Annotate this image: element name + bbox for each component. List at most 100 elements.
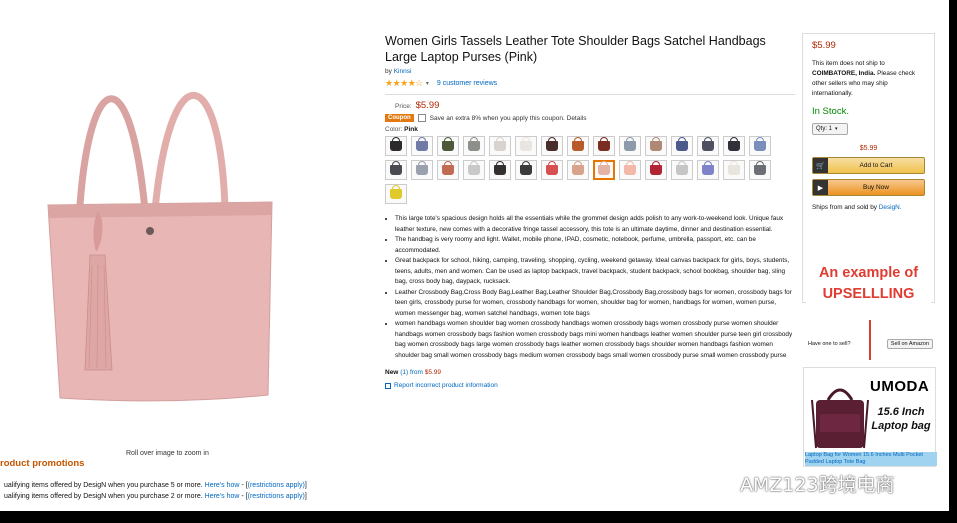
color-swatch[interactable] (437, 160, 459, 180)
color-swatch[interactable] (411, 160, 433, 180)
color-swatch[interactable] (645, 136, 667, 156)
play-icon: ▶ (813, 180, 828, 195)
feature-bullet: This large tote's spacious design holds … (395, 214, 795, 235)
buy-now-button[interactable]: ▶ Buy Now (812, 179, 925, 196)
price-value: $5.99 (415, 100, 440, 111)
product-page: Roll over image to zoom in Women Girls T… (0, 0, 949, 511)
chevron-down-icon[interactable]: ▾ (426, 80, 429, 87)
bag-swatch-icon (442, 137, 454, 151)
customer-reviews-link[interactable]: 9 customer reviews (437, 80, 497, 87)
coupon-text[interactable]: Save an extra 8% when you apply this cou… (430, 115, 587, 122)
color-swatch[interactable] (515, 136, 537, 156)
color-swatch[interactable] (619, 160, 641, 180)
bag-swatch-icon (390, 137, 402, 151)
color-swatch[interactable] (385, 184, 407, 204)
color-swatch[interactable] (463, 160, 485, 180)
add-to-cart-button[interactable]: 🛒 Add to Cart (812, 157, 925, 174)
report-row[interactable]: Report incorrect product information (385, 382, 795, 389)
bag-swatch-icon (494, 161, 506, 175)
promo-1-text: ualifying items offered by DesigN when y… (4, 482, 203, 489)
color-swatch[interactable] (385, 136, 407, 156)
sell-question: Have one to sell? (808, 341, 851, 347)
coupon-row: Coupon Save an extra 8% when you apply t… (385, 114, 795, 122)
color-swatch[interactable] (749, 136, 771, 156)
bag-swatch-icon (624, 161, 636, 175)
buy-now-label: Buy Now (862, 184, 889, 191)
shipping-notice: This item does not ship to COIMBATORE, I… (812, 59, 925, 99)
color-swatch[interactable] (489, 136, 511, 156)
bag-swatch-icon (390, 185, 402, 199)
color-swatch[interactable] (463, 136, 485, 156)
color-swatch[interactable] (437, 136, 459, 156)
color-swatch[interactable] (593, 160, 615, 180)
ad-brand: UMODA (870, 378, 930, 395)
bag-swatch-icon (650, 137, 662, 151)
color-swatch[interactable] (385, 160, 407, 180)
color-swatch[interactable] (671, 136, 693, 156)
ship-location: COIMBATORE, India. (812, 70, 876, 77)
bag-swatch-icon (754, 161, 766, 175)
price-label: Price: (395, 103, 412, 110)
color-swatch[interactable] (567, 136, 589, 156)
new-offers-row[interactable]: New (1) from $5.99 (385, 369, 795, 376)
buybox-price-secondary: $5.99 (859, 145, 878, 152)
color-swatch[interactable] (515, 160, 537, 180)
tote-bag-image (47, 92, 273, 402)
product-title: Women Girls Tassels Leather Tote Shoulde… (385, 34, 766, 64)
sell-row: Have one to sell? Sell on Amazon (808, 339, 933, 349)
bag-swatch-icon (494, 137, 506, 151)
sell-on-amazon-button[interactable]: Sell on Amazon (886, 339, 933, 349)
color-swatch[interactable] (541, 136, 563, 156)
report-link[interactable]: Report incorrect product information (394, 382, 498, 389)
quantity-select[interactable]: Qty: 1 ▾ (812, 123, 848, 135)
color-swatch[interactable] (567, 160, 589, 180)
color-row: Color: Pink (385, 126, 795, 133)
bag-swatch-icon (416, 137, 428, 151)
promo-1-restrictions[interactable]: (restrictions apply) (248, 482, 305, 489)
color-swatch[interactable] (411, 136, 433, 156)
sold-by: Ships from and sold by DesigN. (812, 204, 925, 211)
color-swatch[interactable] (645, 160, 667, 180)
bag-swatch-icon (572, 161, 584, 175)
product-image[interactable]: Roll over image to zoom in (20, 30, 360, 457)
star-rating-icon[interactable]: ★★★★☆ (385, 78, 423, 89)
promo-2-restrictions[interactable]: (restrictions apply) (248, 493, 305, 500)
promotion-line-1: ualifying items offered by DesigN when y… (4, 482, 307, 489)
color-swatch[interactable] (671, 160, 693, 180)
bag-swatch-icon (754, 137, 766, 151)
ship-text-1: This item does not ship to (812, 60, 885, 67)
promo-1-link[interactable]: Here's how (205, 482, 240, 489)
promotions-title: roduct promotions (0, 458, 85, 469)
chevron-down-icon: ▾ (835, 126, 838, 132)
coupon-checkbox[interactable] (417, 114, 426, 122)
feature-bullets: This large tote's spacious design holds … (385, 214, 795, 361)
promotion-line-2: ualifying items offered by DesigN when y… (4, 493, 307, 500)
color-swatches (385, 136, 785, 208)
sold-by-text: Ships from and sold by (812, 204, 878, 211)
color-swatch[interactable] (723, 160, 745, 180)
new-from-text[interactable]: (1) from (400, 369, 423, 376)
bag-swatch-icon (676, 137, 688, 151)
color-swatch[interactable] (619, 136, 641, 156)
color-swatch[interactable] (697, 160, 719, 180)
bag-swatch-icon (442, 161, 454, 175)
stock-status: In Stock. (812, 106, 849, 117)
new-price[interactable]: $5.99 (425, 369, 441, 376)
seller-link[interactable]: DesigN. (879, 204, 902, 211)
color-swatch[interactable] (697, 136, 719, 156)
divider (385, 94, 795, 95)
color-swatch[interactable] (489, 160, 511, 180)
price-row: Price: $5.99 (395, 100, 795, 111)
ad-caption-link[interactable]: Laptop Bag for Women 15.6 Inches Multi P… (805, 452, 937, 466)
color-swatch[interactable] (593, 136, 615, 156)
promo-2-link[interactable]: Here's how (205, 493, 240, 500)
promo-2-close-bracket: ] (304, 493, 307, 500)
feature-bullet: Great backpack for school, hiking, campi… (395, 256, 795, 288)
color-swatch[interactable] (723, 136, 745, 156)
color-swatch[interactable] (749, 160, 771, 180)
bag-swatch-icon (520, 161, 532, 175)
bag-swatch-icon (598, 137, 610, 151)
brand-link[interactable]: Kinnsi (394, 68, 412, 75)
promo-2-text: ualifying items offered by DesigN when y… (4, 493, 203, 500)
color-swatch[interactable] (541, 160, 563, 180)
